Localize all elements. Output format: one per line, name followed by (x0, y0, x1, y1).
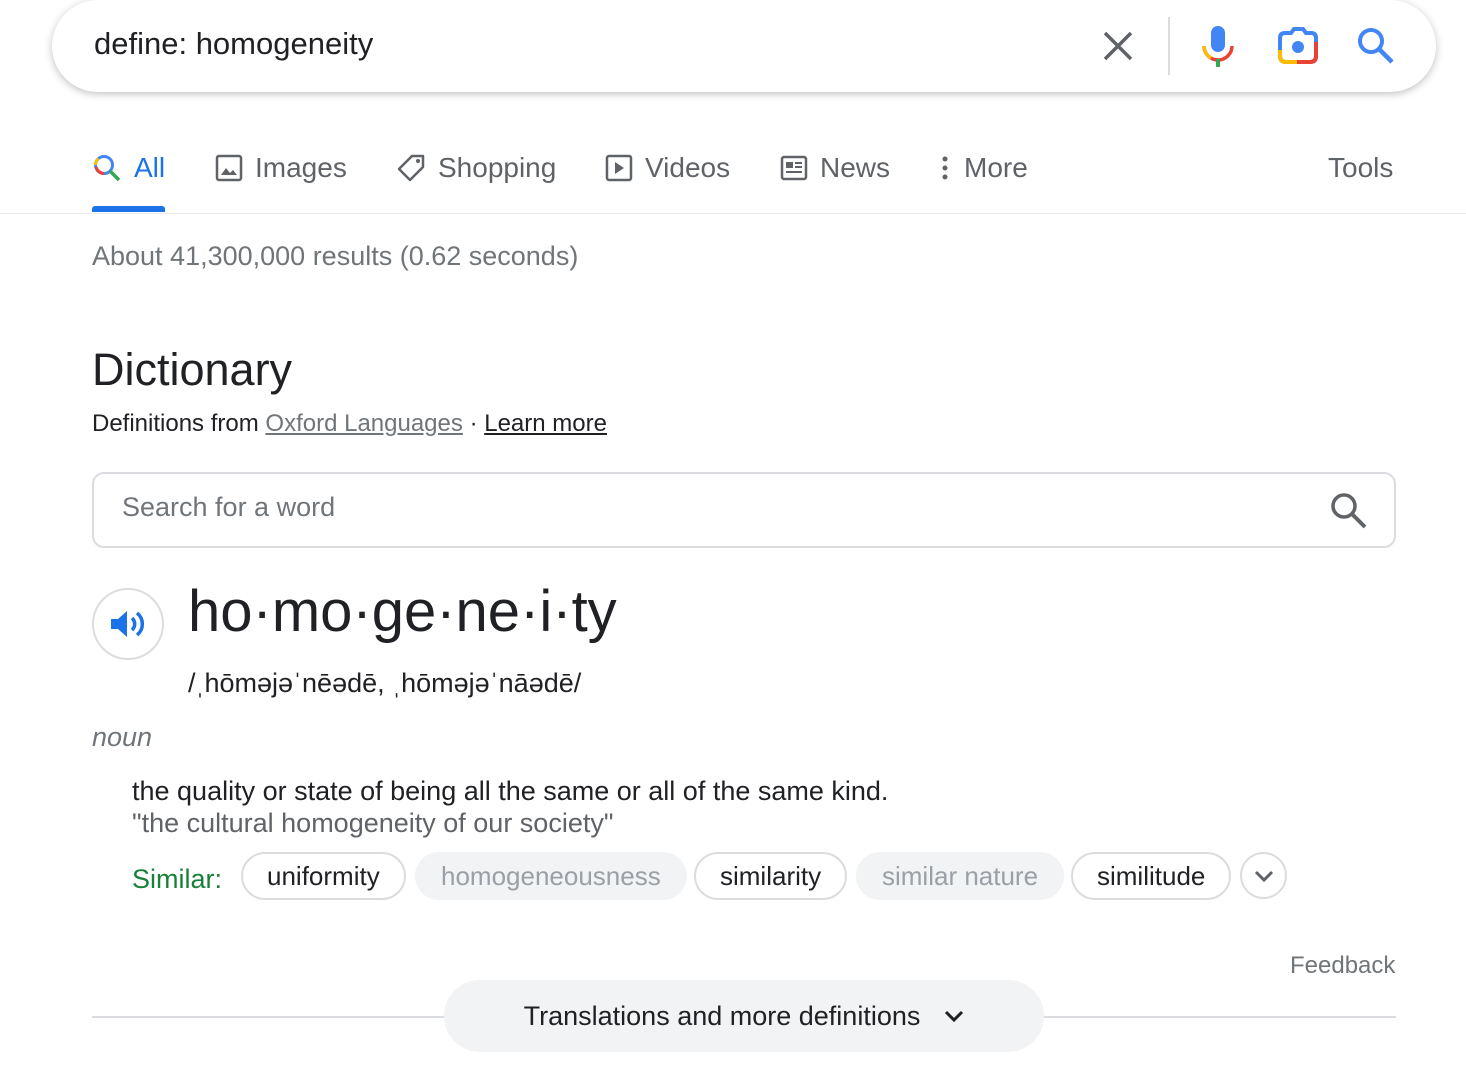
part-of-speech: noun (92, 722, 153, 752)
close-icon[interactable] (1102, 30, 1134, 62)
image-icon (215, 154, 243, 182)
pronunciation-button[interactable] (92, 588, 164, 660)
search-tabs: All Images Shopping Videos News More Too… (0, 140, 1466, 214)
newspaper-icon (780, 155, 808, 181)
chevron-down-icon (1254, 870, 1273, 882)
more-definitions-label: Translations and more definitions (523, 1000, 921, 1031)
example: "the cultural homogeneity of our society… (132, 808, 614, 838)
dictionary-heading: Dictionary (92, 344, 293, 395)
camera-lens-icon[interactable] (1277, 26, 1319, 66)
phonetic: /ˌhōməjəˈnēədē, ˌhōməjəˈnāədē/ (188, 668, 582, 698)
search-icon[interactable] (1356, 26, 1396, 66)
chevron-down-icon (945, 1010, 964, 1023)
tools-button[interactable]: Tools (1328, 152, 1393, 184)
similar-chip: similar nature (856, 852, 1065, 900)
expand-similar-button[interactable] (1240, 852, 1287, 899)
source-prefix: Definitions from (92, 410, 259, 437)
dictionary-source: Definitions from Oxford Languages · Lear… (92, 410, 607, 438)
tab-all[interactable]: All (92, 152, 165, 184)
search-icon[interactable] (1330, 492, 1368, 530)
tab-label: Shopping (438, 152, 557, 183)
tab-images[interactable]: Images (215, 152, 347, 184)
tab-shopping[interactable]: Shopping (396, 152, 556, 184)
word-search-input[interactable] (122, 492, 1222, 523)
similar-chip[interactable]: uniformity (241, 852, 406, 900)
headword: ho·mo·ge·ne·i·ty (188, 579, 617, 644)
search-icon (93, 155, 121, 182)
play-icon (605, 154, 633, 182)
tab-label: More (964, 152, 1028, 183)
tab-more[interactable]: More (938, 152, 1028, 184)
similar-chip[interactable]: similarity (694, 852, 848, 900)
definition: the quality or state of being all the sa… (132, 776, 889, 806)
tab-label: News (820, 152, 891, 183)
separator: · (469, 410, 478, 437)
microphone-icon[interactable] (1200, 24, 1236, 68)
divider (1168, 17, 1170, 75)
search-bar[interactable]: define: homogeneity (52, 0, 1436, 92)
tab-videos[interactable]: Videos (605, 152, 730, 184)
word-search-box (92, 472, 1396, 548)
search-query[interactable]: define: homogeneity (94, 26, 373, 62)
tag-icon (397, 154, 425, 182)
result-stats: About 41,300,000 results (0.62 seconds) (92, 241, 579, 271)
speaker-icon (111, 611, 145, 637)
tab-label: All (134, 152, 166, 183)
similar-chip[interactable]: similitude (1071, 852, 1232, 900)
active-tab-indicator (92, 206, 165, 212)
similar-label: Similar: (132, 864, 223, 894)
feedback-link[interactable]: Feedback (1290, 952, 1395, 980)
more-vert-icon (942, 156, 948, 180)
tab-news[interactable]: News (780, 152, 890, 184)
tab-label: Images (255, 152, 347, 183)
tab-label: Videos (645, 152, 731, 183)
more-definitions-button[interactable]: Translations and more definitions (444, 980, 1044, 1052)
oxford-languages-link[interactable]: Oxford Languages (265, 410, 462, 437)
learn-more-link[interactable]: Learn more (484, 410, 607, 437)
similar-chip: homogeneousness (415, 852, 687, 900)
